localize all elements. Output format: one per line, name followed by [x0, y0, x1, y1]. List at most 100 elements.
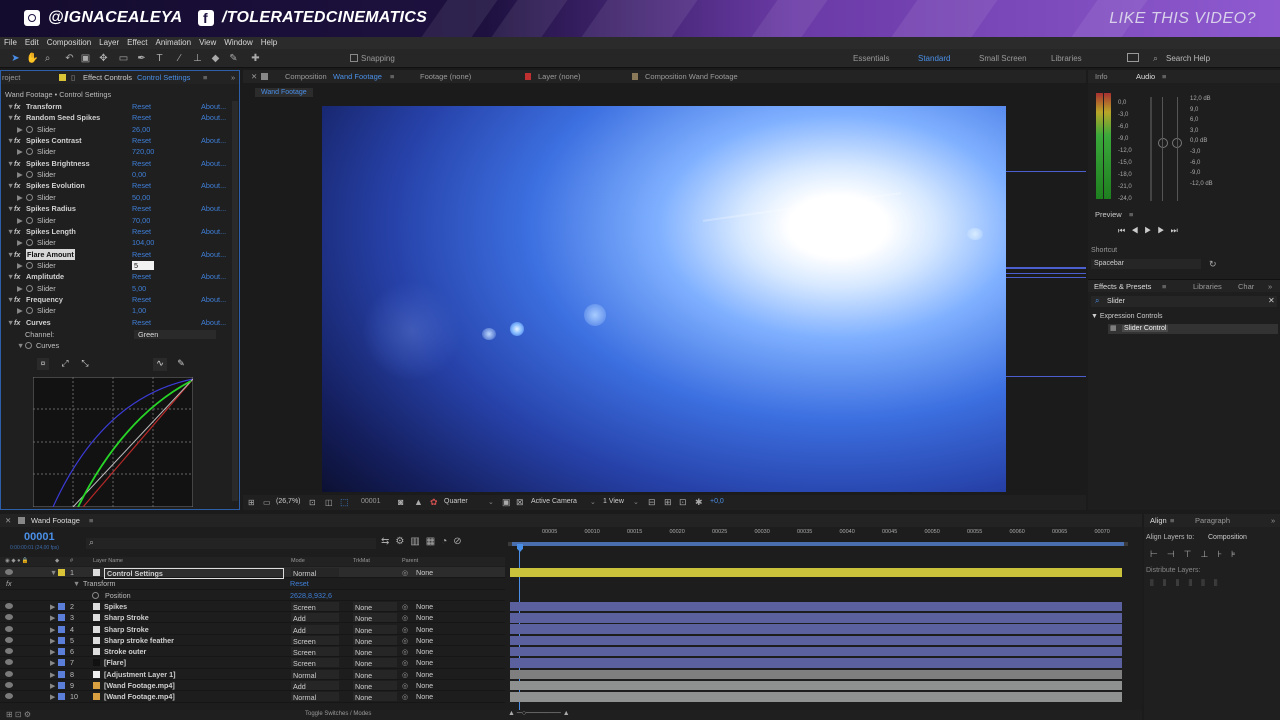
track-matte-dropdown[interactable]: None: [353, 601, 397, 612]
toggle-mask-icon[interactable]: ⊠: [516, 497, 524, 508]
reset-link[interactable]: Reset: [132, 180, 151, 191]
layer-row[interactable]: ▶ 5 Sharp stroke feather Screen None ◎ None: [0, 635, 505, 647]
reset-link[interactable]: Reset: [132, 158, 151, 169]
fx-switch-icon[interactable]: fx: [14, 249, 21, 260]
character-tab[interactable]: Char: [1238, 280, 1254, 293]
shortcut-dropdown[interactable]: Spacebar: [1091, 259, 1201, 269]
layer-name-header[interactable]: Layer Name: [93, 557, 123, 566]
about-link[interactable]: About...: [201, 294, 226, 305]
layer-row[interactable]: ▶ 3 Sharp Stroke Add None ◎ None: [0, 612, 505, 624]
align-to-dropdown[interactable]: Composition: [1208, 534, 1247, 541]
slider-value[interactable]: 0,00: [132, 169, 146, 180]
label-color-swatch[interactable]: [58, 693, 65, 701]
footage-tab[interactable]: Footage (none): [420, 70, 471, 83]
curves-graph[interactable]: [33, 377, 193, 507]
expand-triangle-icon[interactable]: ▶: [17, 283, 23, 294]
menu-edit[interactable]: Edit: [21, 37, 43, 49]
expand-triangle-icon[interactable]: ▶: [17, 124, 23, 135]
blend-mode-dropdown[interactable]: Screen: [291, 601, 339, 612]
blend-mode-dropdown[interactable]: Add: [291, 624, 339, 635]
effect-name[interactable]: Spikes Length: [26, 226, 76, 237]
visibility-eye-icon[interactable]: [5, 682, 13, 688]
parent-dropdown[interactable]: None: [416, 669, 488, 680]
layer-duration-bar[interactable]: [510, 624, 1122, 634]
label-color-swatch[interactable]: [58, 614, 65, 622]
flowchart-icon[interactable]: ⊡: [679, 497, 687, 508]
about-link[interactable]: About...: [201, 226, 226, 237]
layer-row[interactable]: ▶ 9 [Wand Footage.mp4] Add None ◎ None: [0, 680, 505, 692]
timeline-icon[interactable]: ⊞: [664, 497, 672, 508]
blend-mode-dropdown[interactable]: Screen: [291, 658, 339, 668]
align-tab[interactable]: Align: [1150, 514, 1167, 527]
stopwatch-icon[interactable]: [26, 307, 33, 315]
toggle-switches-modes[interactable]: Toggle Switches / Modes: [305, 711, 371, 717]
effect-scrollbar[interactable]: [232, 101, 238, 501]
audio-tab[interactable]: Audio: [1136, 70, 1155, 83]
snapshot-icon[interactable]: ◙: [398, 497, 403, 507]
expand-triangle-icon[interactable]: ▶: [17, 305, 23, 316]
timeline-menu-icon[interactable]: ≡: [89, 514, 93, 527]
track-matte-dropdown[interactable]: None: [353, 681, 397, 691]
blend-mode-dropdown[interactable]: Add: [291, 681, 339, 691]
expand-triangle-icon[interactable]: ▶: [17, 215, 23, 226]
effects-search-input[interactable]: Slider: [1107, 298, 1125, 305]
timeline-current-time[interactable]: 00001: [24, 531, 55, 543]
visibility-eye-icon[interactable]: [5, 648, 13, 655]
slider-value[interactable]: 1,00: [132, 305, 146, 316]
effect-name[interactable]: Spikes Contrast: [26, 135, 82, 146]
curves-pencil-icon[interactable]: ✎: [175, 358, 187, 370]
distribute-buttons[interactable]: ⫴⫴⫴⫴⫴⫴: [1150, 578, 1227, 589]
about-link[interactable]: About...: [201, 317, 226, 328]
fx-switch-icon[interactable]: fx: [14, 271, 21, 282]
label-color-swatch[interactable]: [58, 636, 65, 644]
slider-value[interactable]: 26,00: [132, 124, 150, 135]
position-row[interactable]: Position 2628,8,932,6: [0, 590, 505, 601]
effect-name[interactable]: Flare Amount: [26, 248, 75, 260]
layer-name[interactable]: [Wand Footage.mp4]: [104, 680, 175, 691]
reset-link[interactable]: Reset: [132, 203, 151, 214]
reset-link[interactable]: Reset: [132, 317, 151, 328]
about-link[interactable]: About...: [201, 271, 226, 282]
menu-help[interactable]: Help: [257, 37, 281, 49]
reset-link[interactable]: Reset: [132, 112, 151, 123]
parent-pickwhip-icon[interactable]: ◎: [402, 680, 408, 691]
parent-pickwhip-icon[interactable]: ◎: [402, 635, 408, 646]
label-color-swatch[interactable]: [58, 625, 65, 633]
toggle-transparency-icon[interactable]: ▣: [502, 497, 511, 508]
layer-row[interactable]: ▶ 7 [Flare] Screen None ◎ None: [0, 657, 505, 669]
layer-duration-bar[interactable]: [510, 692, 1122, 702]
align-buttons[interactable]: ⊢⊣⊤⊥⊦⊧: [1150, 549, 1245, 560]
mask-icon[interactable]: ◫: [325, 498, 333, 507]
workspace-menu-icon[interactable]: [1127, 53, 1139, 62]
expand-triangle-icon[interactable]: ▶: [17, 146, 23, 157]
parent-dropdown[interactable]: None: [416, 680, 488, 691]
parent-pickwhip-icon[interactable]: ◎: [402, 612, 408, 623]
reset-shortcut-icon[interactable]: ↻: [1209, 259, 1217, 270]
track-matte-dropdown[interactable]: None: [353, 613, 397, 623]
expand-triangle-icon[interactable]: ▶: [17, 237, 23, 248]
layer-duration-bar[interactable]: [510, 601, 1122, 612]
track-matte-dropdown[interactable]: None: [353, 624, 397, 635]
align-expand-icon[interactable]: »: [1271, 514, 1275, 527]
layer-expand-icon[interactable]: ▶: [50, 657, 56, 668]
about-link[interactable]: About...: [201, 158, 226, 169]
transform-row[interactable]: fx ▼ Transform Reset: [0, 578, 505, 590]
effect-name[interactable]: Frequency: [26, 294, 63, 305]
brush-tool-icon[interactable]: ∕: [174, 53, 185, 64]
slider-control-result[interactable]: ▦ Slider Control: [1108, 324, 1278, 334]
layer-name[interactable]: Sharp stroke feather: [104, 635, 174, 646]
workspace-standard[interactable]: Standard: [918, 54, 950, 63]
reset-link[interactable]: Reset: [132, 226, 151, 237]
slider-value[interactable]: 50,00: [132, 192, 150, 203]
comp-tab-menu-icon[interactable]: ≡: [390, 70, 394, 83]
blend-mode-dropdown[interactable]: Normal: [291, 692, 339, 702]
blend-mode-dropdown[interactable]: Screen: [291, 647, 339, 657]
camera-tool-icon[interactable]: ▣: [80, 53, 91, 64]
expression-controls-category[interactable]: ▼ Expression Controls: [1091, 313, 1163, 320]
stopwatch-icon[interactable]: [26, 171, 33, 179]
flowchart-tab[interactable]: Composition Wand Footage: [645, 70, 738, 83]
pen-tool-icon[interactable]: ✒: [136, 53, 147, 64]
parent-pickwhip-icon[interactable]: ◎: [402, 646, 408, 657]
layer-duration-bar[interactable]: [510, 613, 1122, 623]
track-matte-dropdown[interactable]: None: [353, 647, 397, 657]
